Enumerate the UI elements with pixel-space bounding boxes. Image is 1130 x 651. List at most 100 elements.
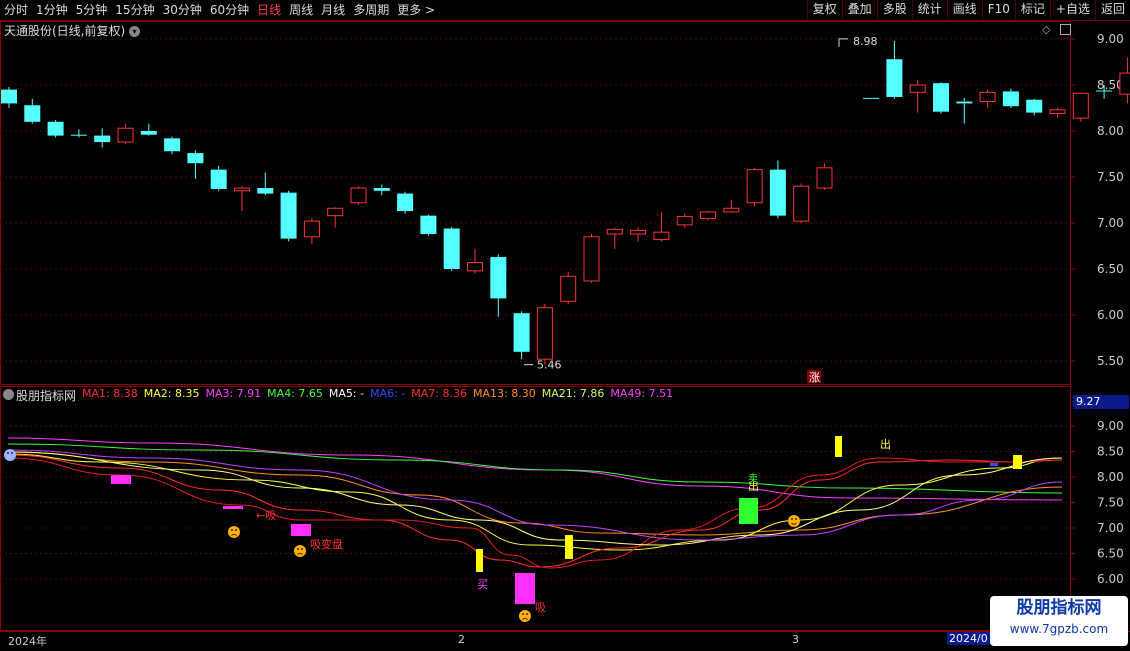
period-tab-5[interactable]: 60分钟 <box>210 2 249 18</box>
chevron-down-icon[interactable]: ▾ <box>129 26 141 37</box>
candle-body-up <box>606 228 623 235</box>
candle <box>653 211 670 242</box>
candle-body-down <box>863 97 880 99</box>
axis-label-2: 8.00 <box>1097 124 1124 138</box>
toolbar-button-7[interactable]: +自选 <box>1049 0 1095 19</box>
face-circle <box>228 526 240 538</box>
candle <box>257 172 274 196</box>
watermark-title: 股朋指标网 <box>1016 598 1102 618</box>
candle <box>1026 98 1043 116</box>
signal-label-xi: ←吸 <box>256 509 276 522</box>
period-tab-4[interactable]: 30分钟 <box>163 2 202 18</box>
face-eye <box>301 548 303 550</box>
candle-body-up <box>793 185 810 222</box>
candle-body-down <box>886 59 903 97</box>
period-tabs: 分时 1分钟 5分钟 15分钟 30分钟 60分钟 日线 周线 月线 多周期 更多 > <box>4 2 435 18</box>
candle-body-up <box>234 187 250 192</box>
candle <box>234 186 250 212</box>
candle-body-up <box>909 84 926 93</box>
candle-body-down <box>373 188 390 191</box>
signal-label-xi-bian: 吸变盘 <box>310 537 343 551</box>
period-tab-3[interactable]: 15分钟 <box>115 2 154 18</box>
indicator-title-bar: 股朋指标网 MA1: 8.38 MA2: 8.35 MA3: 7.91 MA4: 7.… <box>16 387 673 404</box>
date-label-mar: 3 <box>792 633 799 646</box>
candle-body-down <box>1096 90 1113 92</box>
toolbar-button-4[interactable]: 画线 <box>946 0 982 19</box>
face-circle <box>519 610 531 622</box>
toolbar-button-6[interactable]: 标记 <box>1014 0 1050 19</box>
candle <box>373 184 390 196</box>
candle <box>1 86 17 108</box>
candle <box>560 271 577 304</box>
toolbar-button-1[interactable]: 叠加 <box>841 0 877 19</box>
candle <box>327 207 344 228</box>
watermark-url: www.7gpzb.com <box>1009 622 1109 636</box>
stock-title-text: 天通股份(日线,前复权) <box>4 24 126 38</box>
candle <box>397 191 414 214</box>
indicator-name: 股朋指标网 <box>16 389 77 403</box>
period-tab-0[interactable]: 分时 <box>4 2 28 18</box>
candle-body-down <box>70 134 87 136</box>
candle-body-up <box>536 307 553 360</box>
candle <box>117 123 134 144</box>
candle-body-up <box>746 169 763 204</box>
period-tab-10[interactable]: 更多 > <box>397 2 435 18</box>
diamond-icon[interactable]: ◇ <box>1042 23 1050 36</box>
candle-body-up <box>1049 109 1066 115</box>
candle <box>979 89 996 108</box>
ma-label-0: MA1: 8.38 <box>82 387 138 400</box>
candle <box>24 98 41 124</box>
candle <box>140 123 157 136</box>
period-tab-8[interactable]: 月线 <box>321 2 345 18</box>
current-value-box: 9.27 <box>1073 395 1129 409</box>
face-circle <box>4 449 16 461</box>
ind-axis-label-3: 7.50 <box>1097 496 1124 510</box>
candle-body-down <box>769 169 786 216</box>
candle <box>536 303 553 365</box>
candle-body-up <box>327 207 344 217</box>
date-cursor-label: 2024/0 <box>947 632 990 645</box>
date-label-feb: 2 <box>458 633 465 646</box>
candle <box>47 119 64 138</box>
face-eye <box>297 548 299 550</box>
indicator-collapse-icon[interactable] <box>3 389 14 400</box>
face-eye <box>526 613 528 615</box>
high-marker-arrow <box>838 38 848 47</box>
ma-label-7: MA13: 8.30 <box>472 387 536 400</box>
candle-body-up <box>653 231 670 241</box>
candle <box>769 160 786 219</box>
window-toggle-icon[interactable] <box>1060 24 1071 35</box>
stock-title: 天通股份(日线,前复权) ▾ <box>4 22 141 39</box>
toolbar-button-0[interactable]: 复权 <box>806 0 842 19</box>
candle-body-up <box>1119 72 1130 95</box>
kline-chart[interactable]: 9.008.508.007.507.006.506.005.508.985.46… <box>0 21 1130 385</box>
ind-axis-label-4: 7.00 <box>1097 521 1124 535</box>
period-tab-2[interactable]: 5分钟 <box>76 2 108 18</box>
toolbar-button-3[interactable]: 统计 <box>911 0 947 19</box>
toolbar-button-2[interactable]: 多股 <box>876 0 912 19</box>
candle-body-up <box>723 207 740 213</box>
period-tab-1[interactable]: 1分钟 <box>36 2 68 18</box>
indicator-chart[interactable]: 9.008.508.007.507.006.506.00←吸吸变盘买吸出出卖 <box>0 386 1130 631</box>
ma-legend: MA1: 8.38 MA2: 8.35 MA3: 7.91 MA4: 7.65 MA5:… <box>82 387 673 404</box>
candle <box>909 80 926 113</box>
sad-face-icon <box>294 545 306 557</box>
candle-body-down <box>513 313 530 352</box>
toolbar-button-5[interactable]: F10 <box>981 0 1015 19</box>
period-tab-6[interactable]: 日线 <box>257 2 281 18</box>
ind-axis-label-1: 8.50 <box>1097 445 1124 459</box>
candle <box>467 248 483 274</box>
candle <box>303 218 320 245</box>
candle-body-down <box>443 228 460 269</box>
toolbar-button-8[interactable]: 返回 <box>1094 0 1130 19</box>
candle-body-up <box>303 220 320 238</box>
period-tab-7[interactable]: 周线 <box>289 2 313 18</box>
candle <box>187 150 204 179</box>
ma-purple-2 <box>7 449 1063 541</box>
period-tab-9[interactable]: 多周期 <box>353 2 389 18</box>
candle <box>1119 57 1130 104</box>
candle-body-down <box>164 138 181 152</box>
candle-body-down <box>397 193 414 212</box>
ma-red-1 <box>7 454 1063 568</box>
candle-body-up <box>583 236 600 282</box>
